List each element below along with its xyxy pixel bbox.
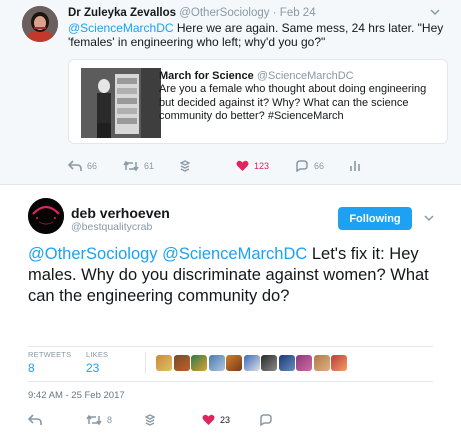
likes-value: 23 — [86, 361, 100, 375]
stack-icon — [145, 414, 155, 426]
dm-icon — [260, 414, 272, 426]
analytics-button[interactable] — [350, 158, 360, 174]
divider — [28, 346, 433, 347]
chevron-down-icon[interactable] — [428, 5, 442, 19]
retweet-button[interactable]: 8 — [86, 412, 112, 428]
reply-icon — [28, 414, 42, 425]
like-count: 23 — [220, 415, 231, 425]
dm-count: 66 — [314, 161, 325, 171]
dm-icon — [296, 160, 308, 172]
quoted-tweet[interactable]: March for Science @ScienceMarchDC Are yo… — [68, 59, 448, 144]
liker-avatar[interactable] — [173, 355, 190, 371]
liker-avatar[interactable] — [296, 355, 312, 371]
likes-label: LIKES — [86, 350, 109, 359]
main-author-name[interactable]: deb verhoeven — [71, 205, 170, 221]
retweet-icon — [86, 414, 102, 426]
reply-icon — [68, 160, 82, 171]
mention-link[interactable]: @ScienceMarchDC — [68, 21, 174, 35]
liker-avatar[interactable] — [243, 355, 260, 371]
mention-link[interactable]: @OtherSociology — [28, 245, 158, 263]
parent-tweet[interactable]: Dr Zuleyka Zevallos @OtherSociology · Fe… — [0, 0, 461, 185]
parent-tweet-text: @ScienceMarchDC Here we are again. Same … — [68, 21, 448, 49]
liker-avatar[interactable] — [191, 355, 207, 371]
stack-icon — [180, 160, 190, 172]
reply-button[interactable] — [28, 412, 42, 428]
main-author-handle[interactable]: @bestqualitycrab — [71, 221, 152, 233]
reply-button[interactable]: 66 — [68, 158, 97, 174]
like-button[interactable]: 123 — [236, 158, 269, 174]
stack-button[interactable] — [180, 158, 190, 174]
likes-stat[interactable]: LIKES 23 — [86, 350, 108, 375]
parent-tweet-date[interactable]: Feb 24 — [280, 7, 316, 19]
quoted-tweet-photo[interactable] — [81, 68, 161, 138]
retweets-label: RETWEETS — [28, 350, 72, 359]
retweet-button[interactable]: 61 — [123, 158, 154, 174]
parent-author-handle[interactable]: @OtherSociology — [179, 7, 269, 19]
quoted-tweet-header: March for Science @ScienceMarchDC — [159, 70, 354, 82]
parent-tweet-header: Dr Zuleyka Zevallos @OtherSociology · Fe… — [68, 7, 316, 19]
liker-avatar[interactable] — [156, 355, 172, 371]
heart-icon — [202, 414, 215, 425]
retweets-value: 8 — [28, 361, 35, 375]
main-author-avatar[interactable] — [28, 198, 64, 234]
quoted-author-handle[interactable]: @ScienceMarchDC — [257, 70, 354, 82]
mention-link[interactable]: @ScienceMarchDC — [162, 245, 307, 263]
liker-avatar[interactable] — [331, 355, 347, 371]
liker-avatar[interactable] — [278, 355, 295, 371]
stack-button[interactable] — [145, 412, 155, 428]
main-tweet-actions: 8 23 — [28, 412, 433, 428]
quoted-author-name[interactable]: March for Science — [159, 70, 254, 82]
liker-avatar[interactable] — [208, 355, 225, 371]
retweet-count: 8 — [107, 415, 113, 425]
retweets-stat[interactable]: RETWEETS 8 — [28, 350, 71, 375]
header-separator: · — [272, 7, 277, 19]
divider — [28, 381, 433, 382]
like-count: 123 — [254, 161, 270, 171]
quoted-tweet-text: Are you a female who thought about doing… — [159, 83, 427, 122]
following-button[interactable]: Following — [338, 207, 412, 230]
dm-button[interactable] — [259, 412, 273, 428]
chevron-down-icon[interactable] — [422, 211, 436, 225]
liker-avatar[interactable] — [313, 355, 330, 371]
retweet-count: 61 — [144, 161, 155, 171]
retweet-icon — [123, 160, 139, 172]
liker-avatar[interactable] — [226, 355, 242, 371]
main-tweet-text: @OtherSociology @ScienceMarchDC Let's fi… — [28, 244, 448, 307]
parent-author-name[interactable]: Dr Zuleyka Zevallos — [68, 7, 176, 19]
tweet-timestamp[interactable]: 9:42 AM - 25 Feb 2017 — [28, 390, 125, 401]
like-button[interactable]: 23 — [202, 412, 230, 428]
liker-avatars — [156, 355, 349, 371]
parent-author-avatar[interactable] — [22, 6, 58, 42]
divider — [145, 352, 146, 374]
reply-count: 66 — [87, 161, 98, 171]
liker-avatar[interactable] — [261, 355, 277, 371]
dm-button[interactable]: 66 — [295, 158, 324, 174]
heart-icon — [236, 160, 249, 171]
analytics-icon — [350, 161, 360, 171]
